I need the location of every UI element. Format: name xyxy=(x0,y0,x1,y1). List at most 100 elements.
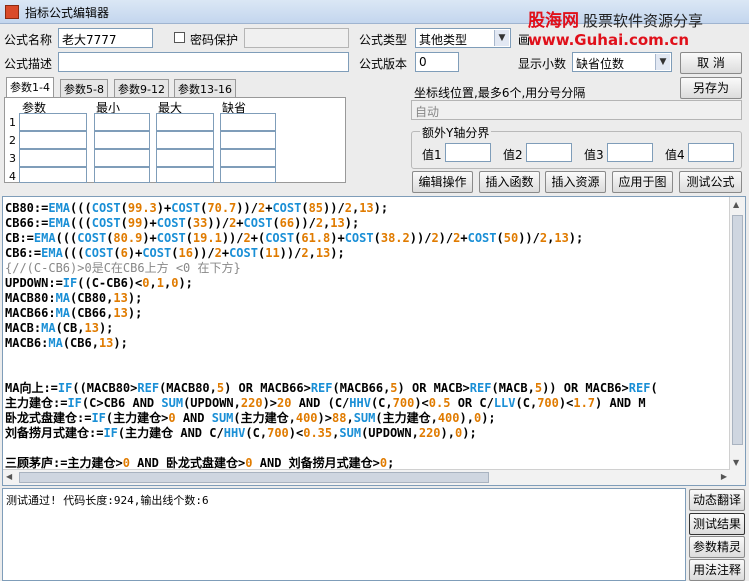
tab-params-1-4[interactable]: 参数1-4 xyxy=(6,77,54,97)
insert-function-button[interactable]: 插入函数 xyxy=(479,171,540,193)
param-name-field[interactable] xyxy=(19,113,87,131)
code-token: 13 xyxy=(113,291,128,305)
tab-params-5-8[interactable]: 参数5-8 xyxy=(60,79,108,97)
yaxis-value-3[interactable] xyxy=(607,143,653,162)
tab-params-13-16[interactable]: 参数13-16 xyxy=(174,79,236,97)
param-min-field[interactable] xyxy=(94,149,150,167)
axis-field[interactable]: 自动 xyxy=(411,100,742,120)
password-field[interactable] xyxy=(244,28,349,48)
code-token: (MACB, xyxy=(491,381,535,395)
code-line: UPDOWN:=IF((C-CB6)<0,1,0); xyxy=(5,276,658,291)
code-token: (MACB80, xyxy=(159,381,217,395)
decimals-select[interactable]: 缺省位数 ▼ xyxy=(572,52,672,72)
code-token: ((( xyxy=(55,231,78,245)
param-default-field[interactable] xyxy=(220,113,276,131)
code-token: REF xyxy=(628,381,651,395)
code-editor[interactable]: CB80:=EMA(((COST(99.3)+COST(70.7))/2+COS… xyxy=(2,196,746,486)
code-token: EMA xyxy=(48,216,71,230)
code-token: 2 xyxy=(301,246,309,260)
param-min-field[interactable] xyxy=(94,113,150,131)
insert-resource-button[interactable]: 插入资源 xyxy=(545,171,606,193)
vertical-scrollbar[interactable]: ▲ ▼ xyxy=(729,197,745,485)
axis-label: 坐标线位置,最多6个,用分号分隔 xyxy=(414,86,586,100)
code-token: CB80:= xyxy=(5,201,49,215)
code-token: COST xyxy=(77,231,107,245)
code-token: ))/ xyxy=(294,216,316,230)
save-as-button[interactable]: 另存为 xyxy=(680,77,742,99)
code-token: ); xyxy=(178,276,193,290)
code-token: ))/ xyxy=(192,246,215,260)
code-token: )/ xyxy=(438,231,454,245)
code-token: 220 xyxy=(240,396,263,410)
param-max-field[interactable] xyxy=(156,167,214,183)
edit-op-button[interactable]: 编辑操作 xyxy=(412,171,473,193)
param-default-field[interactable] xyxy=(220,131,276,149)
code-token: ); xyxy=(113,336,128,350)
code-token: ( xyxy=(113,246,121,260)
code-token: 38.2 xyxy=(380,231,410,245)
yaxis-value-4[interactable] xyxy=(688,143,734,162)
param-name-field[interactable] xyxy=(19,131,87,149)
code-token: 5 xyxy=(390,381,398,395)
app-icon xyxy=(5,5,19,19)
hscroll-thumb[interactable] xyxy=(19,472,489,483)
param-max-field[interactable] xyxy=(156,131,214,149)
code-token: 2 xyxy=(315,216,324,230)
param-default-field[interactable] xyxy=(220,149,276,167)
scrollbar-thumb[interactable] xyxy=(732,215,743,445)
code-token: 0.35 xyxy=(303,426,333,440)
code-token: ); xyxy=(330,246,345,260)
param-name-field[interactable] xyxy=(19,149,87,167)
watermark-url: www.Guhai.com.cn xyxy=(528,31,690,49)
code-token: 66 xyxy=(279,216,295,230)
test-result-button[interactable]: 测试结果 xyxy=(689,513,745,535)
yaxis-value-2[interactable] xyxy=(526,143,572,162)
cancel-button[interactable]: 取 消 xyxy=(680,52,742,74)
watermark-slogan: 股票软件资源分享 xyxy=(583,12,704,30)
code-token: ))/ xyxy=(409,231,432,245)
code-line: CB6:=EMA(((COST(6)+COST(16))/2+COST(11))… xyxy=(5,246,658,261)
param-default-field[interactable] xyxy=(220,167,276,183)
name-field[interactable]: 老大7777 xyxy=(58,28,153,48)
code-token: ((( xyxy=(70,201,92,215)
param-min-field[interactable] xyxy=(94,131,150,149)
code-token: ) OR MACB> xyxy=(397,381,470,395)
horizontal-scrollbar[interactable]: ◀ ▶ xyxy=(3,469,730,485)
code-token: 2 xyxy=(344,201,352,215)
code-token: MACB: xyxy=(5,321,42,335)
usage-note-button[interactable]: 用法注释 xyxy=(689,559,745,581)
type-select[interactable]: 其他类型 ▼ xyxy=(415,28,511,48)
param-max-field[interactable] xyxy=(156,113,214,131)
param-tune-button[interactable]: 参数精灵 xyxy=(689,536,745,558)
output-text: 测试通过! 代码长度:924,输出线个数:6 xyxy=(6,494,209,507)
code-token: ); xyxy=(98,321,114,335)
desc-field[interactable] xyxy=(58,52,349,72)
output-panel: 测试通过! 代码长度:924,输出线个数:6 xyxy=(2,488,686,581)
param-name-field[interactable] xyxy=(19,167,87,183)
code-line: {//(C-CB6)>0是C在CB6上方 <0 在下方} xyxy=(5,261,658,276)
draw-label: 画 xyxy=(518,33,531,47)
code-token: )+ xyxy=(127,246,143,260)
code-token: COST xyxy=(467,231,497,245)
window-title: 指标公式编辑器 xyxy=(25,6,110,20)
tab-params-9-12[interactable]: 参数9-12 xyxy=(114,79,169,97)
code-line: CB:=EMA(((COST(80.9)+COST(19.1))/2+(COST… xyxy=(5,231,658,246)
code-token: COST xyxy=(91,216,121,230)
password-checkbox[interactable] xyxy=(174,32,185,43)
code-token: COST xyxy=(142,246,172,260)
test-formula-button[interactable]: 测试公式 xyxy=(679,171,742,193)
code-token: ); xyxy=(127,306,143,320)
code-token: MA xyxy=(41,321,56,335)
param-max-field[interactable] xyxy=(156,149,214,167)
dynamic-translate-button[interactable]: 动态翻译 xyxy=(689,489,745,511)
version-field[interactable]: 0 xyxy=(415,52,459,72)
param-tabs: 参数1-4 参数5-8 参数9-12 参数13-16 xyxy=(6,77,346,99)
apply-chart-button[interactable]: 应用于图 xyxy=(612,171,673,193)
code-token: ); xyxy=(127,291,143,305)
yaxis-value-1[interactable] xyxy=(445,143,491,162)
type-label: 公式类型 xyxy=(359,33,408,47)
param-row-number: 4 xyxy=(9,170,16,183)
code-token: COST xyxy=(156,216,186,230)
code-token: ; xyxy=(387,456,395,470)
param-min-field[interactable] xyxy=(94,167,150,183)
